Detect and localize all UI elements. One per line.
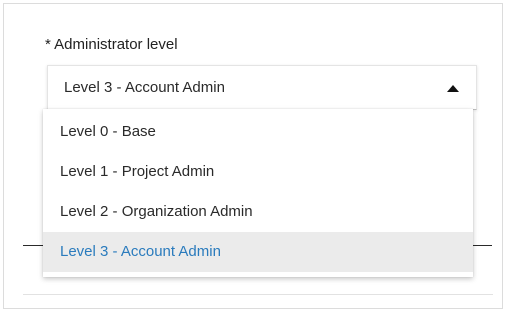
divider-line-right (470, 245, 492, 246)
option-level-0[interactable]: Level 0 - Base (43, 112, 473, 152)
caret-up-icon[interactable] (447, 85, 459, 92)
option-level-2[interactable]: Level 2 - Organization Admin (43, 192, 473, 232)
option-level-3[interactable]: Level 3 - Account Admin (43, 232, 473, 272)
divider-line-left (23, 245, 45, 246)
administrator-level-select[interactable]: Level 3 - Account Admin (47, 65, 477, 110)
dropdown-menu: Level 0 - Base Level 1 - Project Admin L… (43, 109, 473, 277)
bottom-divider (23, 294, 493, 295)
administrator-level-label: * Administrator level (45, 36, 178, 53)
option-level-1[interactable]: Level 1 - Project Admin (43, 152, 473, 192)
select-current-value: Level 3 - Account Admin (64, 79, 225, 96)
